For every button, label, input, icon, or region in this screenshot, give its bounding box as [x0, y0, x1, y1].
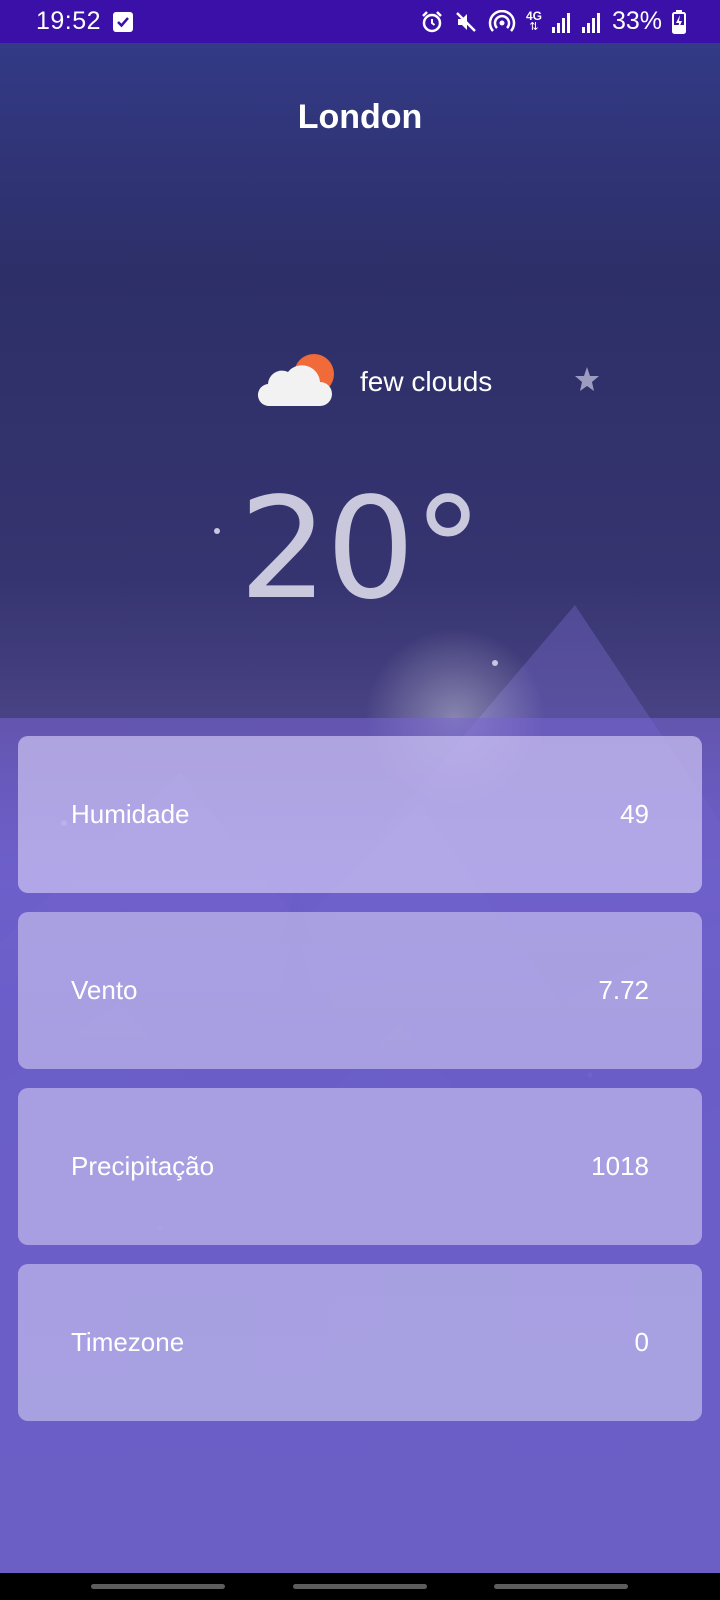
detail-card-humidity: Humidade 49	[18, 736, 702, 893]
alarm-icon	[420, 10, 444, 34]
weather-description: few clouds	[360, 366, 493, 397]
detail-label: Humidade	[71, 799, 190, 829]
detail-value: 1018	[591, 1151, 649, 1181]
detail-card-precipitation: Precipitação 1018	[18, 1088, 702, 1245]
details-list: Humidade 49 Vento 7.72 Precipitação 1018…	[18, 736, 702, 1440]
nav-recents-handle[interactable]	[91, 1584, 225, 1589]
battery-charging-icon	[672, 9, 686, 34]
detail-card-wind: Vento 7.72	[18, 912, 702, 1069]
signal-icon	[551, 11, 572, 33]
weather-condition: few clouds	[256, 352, 492, 412]
check-box-icon	[113, 11, 134, 32]
navigation-bar	[0, 1573, 720, 1600]
city-title: London	[297, 98, 423, 136]
nav-home-handle[interactable]	[293, 1584, 427, 1589]
hotspot-icon	[488, 9, 516, 34]
detail-card-timezone: Timezone 0	[18, 1264, 702, 1421]
status-time: 19:52	[36, 7, 102, 35]
detail-label: Timezone	[71, 1327, 185, 1357]
battery-percent: 33%	[611, 7, 662, 35]
status-bar: 19:52 4G ⇅ 33%	[0, 0, 720, 43]
signal-icon-2	[581, 11, 602, 33]
detail-value: 49	[620, 799, 649, 829]
nav-back-handle[interactable]	[494, 1584, 628, 1589]
status-icons: 4G ⇅ 33%	[420, 0, 686, 43]
data-arrows-icon: ⇅	[529, 21, 539, 33]
detail-label: Vento	[71, 975, 138, 1005]
detail-value: 7.72	[598, 975, 649, 1005]
mute-icon	[454, 10, 478, 34]
detail-label: Precipitação	[71, 1151, 215, 1181]
temperature: 20°	[238, 468, 483, 631]
detail-value: 0	[634, 1327, 649, 1357]
cloud-sun-icon	[256, 352, 338, 413]
